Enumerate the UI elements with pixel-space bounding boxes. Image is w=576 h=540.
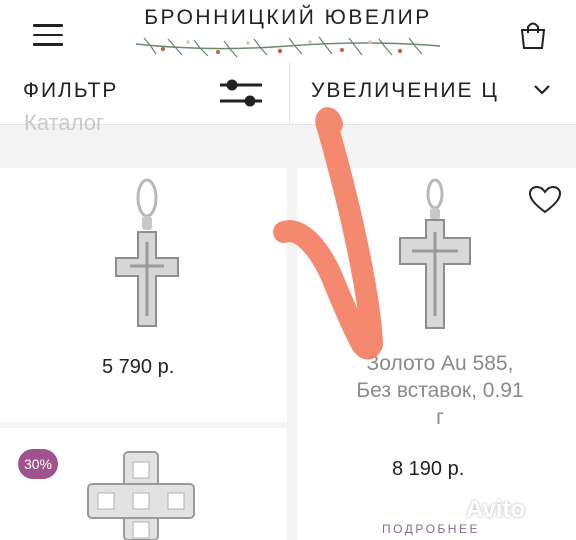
filter-button[interactable]: ФИЛЬТР [23, 79, 118, 103]
garland-decoration [135, 36, 441, 58]
hamburger-icon[interactable] [33, 24, 63, 46]
product-card[interactable]: 5 790 р. [0, 168, 287, 422]
chevron-down-icon[interactable] [533, 84, 551, 96]
product-price: 8 190 р. [392, 458, 465, 480]
heart-icon[interactable] [528, 185, 562, 215]
toolbar-divider [289, 62, 290, 124]
product-description: Золото Au 585, Без вставок, 0.91 г [320, 350, 560, 431]
description-line: Без вставок, 0.91 [356, 379, 524, 402]
sliders-icon[interactable] [218, 74, 264, 112]
cross-pendant-image [87, 451, 195, 540]
logo-text: БРОННИЦКИЙ ЮВЕЛИР [144, 6, 432, 29]
cross-pendant-image [115, 178, 179, 327]
product-price: 5 790 р. [102, 356, 175, 378]
product-card[interactable] [0, 428, 287, 540]
details-link[interactable]: ПОДРОБНЕЕ [382, 522, 480, 536]
description-line: Золото Au 585, [366, 352, 514, 375]
discount-badge: 30% [18, 449, 58, 479]
description-line: г [436, 406, 444, 429]
sort-dropdown[interactable]: УВЕЛИЧЕНИЕ Ц [311, 79, 499, 103]
store-logo[interactable]: БРОННИЦКИЙ ЮВЕЛИР [130, 6, 446, 60]
cross-pendant-image [399, 178, 471, 329]
site-header: БРОННИЦКИЙ ЮВЕЛИР [0, 0, 576, 62]
shopping-bag-icon[interactable] [519, 20, 547, 50]
catalog-heading: Каталог [24, 110, 104, 135]
avito-watermark: Avito [466, 496, 526, 523]
